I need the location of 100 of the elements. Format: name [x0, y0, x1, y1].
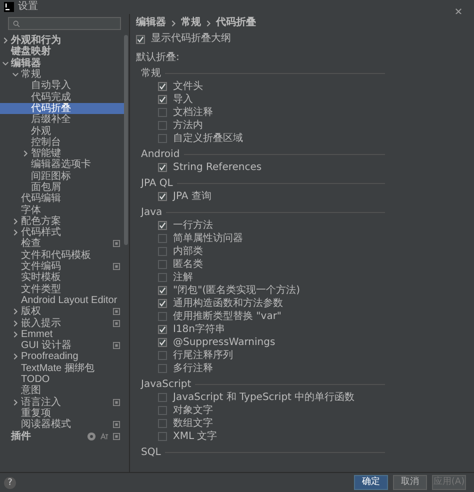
chevron-right-icon[interactable]: [22, 150, 29, 158]
tree-item[interactable]: TextMate 捆绑包: [0, 362, 124, 374]
group-title: JPA QL: [141, 178, 173, 190]
circle-icon[interactable]: [87, 432, 96, 441]
tree-item-label: TextMate 捆绑包: [21, 362, 94, 374]
checkbox[interactable]: [158, 221, 167, 230]
help-button[interactable]: ?: [4, 476, 16, 488]
tree-item[interactable]: Android Layout Editor: [0, 294, 124, 306]
check-icon: [159, 193, 166, 200]
checkbox-label: 对象文字: [173, 404, 213, 416]
tree-item[interactable]: 插件: [0, 430, 124, 442]
chevron-down-icon[interactable]: [2, 60, 9, 67]
tree-item[interactable]: 重复项: [0, 408, 124, 420]
tree-item[interactable]: 代码完成: [0, 91, 124, 103]
tree-item-label: 重复项: [21, 408, 51, 419]
tree-item[interactable]: 间距图标: [0, 170, 124, 182]
search-field[interactable]: [8, 17, 121, 30]
tree-item[interactable]: 外观: [0, 125, 124, 137]
checkbox-label: @SuppressWarnings: [173, 336, 276, 348]
tree-item[interactable]: Emmet: [0, 328, 124, 340]
tree-item[interactable]: 配色方案: [0, 216, 124, 228]
checkbox[interactable]: [158, 299, 167, 308]
checkbox[interactable]: [158, 419, 167, 428]
checkbox[interactable]: [136, 34, 145, 44]
checkbox[interactable]: [158, 192, 167, 201]
section-label: 默认折叠:: [136, 52, 180, 64]
checkbox[interactable]: [158, 432, 167, 441]
tree-item[interactable]: 面包屑: [0, 182, 124, 194]
close-icon[interactable]: [455, 8, 462, 14]
checkbox[interactable]: [158, 163, 167, 172]
tree-item[interactable]: 实时模板: [0, 272, 124, 284]
tree-item[interactable]: 外观和行为: [0, 35, 124, 46]
tree-item[interactable]: TODO: [0, 374, 124, 386]
checkbox-label: 一行方法: [173, 220, 213, 232]
dialog-button[interactable]: 确定: [354, 475, 388, 490]
chevron-right-icon[interactable]: [12, 320, 19, 327]
language-icon[interactable]: [100, 432, 109, 441]
checkbox[interactable]: [158, 121, 167, 130]
checkbox-label: 方法内: [173, 120, 203, 132]
tree-item[interactable]: 嵌入提示: [0, 317, 124, 329]
checkbox[interactable]: [158, 95, 167, 104]
tree-item-label: 文件类型: [21, 284, 61, 295]
checkbox[interactable]: [158, 286, 167, 295]
checkbox[interactable]: [158, 273, 167, 282]
checkbox[interactable]: [158, 364, 167, 373]
tree-item[interactable]: GUI 设计器: [0, 340, 124, 352]
checkbox[interactable]: [158, 108, 167, 117]
chevron-right-icon[interactable]: [12, 398, 19, 406]
breadcrumb[interactable]: 常规: [181, 17, 201, 29]
checkbox-label: "闭包"(匿名类实现一个方法): [173, 284, 300, 296]
tree-item[interactable]: 自动导入: [0, 80, 124, 92]
tree-item[interactable]: 智能键: [0, 148, 124, 160]
checkbox-label: String References: [173, 162, 262, 174]
checkbox[interactable]: [158, 338, 167, 347]
tree-item[interactable]: 编辑器选项卡: [0, 159, 124, 171]
checkbox[interactable]: [158, 247, 167, 256]
chevron-right-icon[interactable]: [12, 218, 19, 225]
chevron-right-icon[interactable]: [2, 37, 9, 44]
tree-item[interactable]: 检查: [0, 238, 124, 250]
dialog-button[interactable]: 取消: [393, 475, 427, 490]
chevron-right-icon[interactable]: [170, 20, 177, 26]
tree-item[interactable]: 代码样式: [0, 227, 124, 238]
tree-item[interactable]: 语言注入: [0, 396, 124, 408]
chevron-right-icon[interactable]: [12, 308, 19, 316]
tree-item-label: 嵌入提示: [21, 318, 61, 329]
tree-item-label: 配色方案: [21, 216, 61, 227]
chevron-right-icon[interactable]: [12, 353, 19, 360]
tree-item[interactable]: 文件类型: [0, 284, 124, 295]
tree-item[interactable]: Proofreading: [0, 351, 124, 363]
checkbox-label: 多行注释: [173, 362, 213, 374]
tree-item[interactable]: 键盘映射: [0, 46, 124, 58]
tree-item[interactable]: 文件编码: [0, 260, 124, 272]
checkbox[interactable]: [158, 406, 167, 415]
tree-item[interactable]: 控制台: [0, 136, 124, 148]
checkbox[interactable]: [158, 134, 167, 143]
tree-item[interactable]: 后缀补全: [0, 114, 124, 126]
tree-item[interactable]: 编辑器: [0, 58, 124, 69]
tree-item-label: 间距图标: [31, 170, 71, 182]
checkbox[interactable]: [158, 260, 167, 269]
checkbox[interactable]: [158, 312, 167, 321]
checkbox[interactable]: [158, 325, 167, 334]
chevron-right-icon[interactable]: [12, 229, 19, 236]
checkbox[interactable]: [158, 234, 167, 243]
breadcrumb[interactable]: 代码折叠: [216, 17, 256, 29]
breadcrumb[interactable]: 编辑器: [136, 17, 166, 29]
tree-item-label: 智能键: [31, 148, 61, 160]
tree-item[interactable]: 版权: [0, 306, 124, 318]
tree-item[interactable]: 字体: [0, 204, 124, 216]
tree-item[interactable]: 意图: [0, 385, 124, 396]
tree-item[interactable]: 常规: [0, 68, 124, 80]
checkbox[interactable]: [158, 393, 167, 402]
chevron-down-icon[interactable]: [12, 71, 19, 78]
tree-item[interactable]: 阅读器模式: [0, 419, 124, 430]
checkbox[interactable]: [158, 351, 167, 360]
chevron-right-icon[interactable]: [205, 20, 212, 26]
checkbox[interactable]: [158, 82, 167, 91]
tree-item[interactable]: 代码折叠: [0, 102, 124, 114]
tree-item[interactable]: 文件和代码模板: [0, 250, 124, 261]
chevron-right-icon[interactable]: [12, 330, 19, 338]
tree-item[interactable]: 代码编辑: [0, 193, 124, 204]
